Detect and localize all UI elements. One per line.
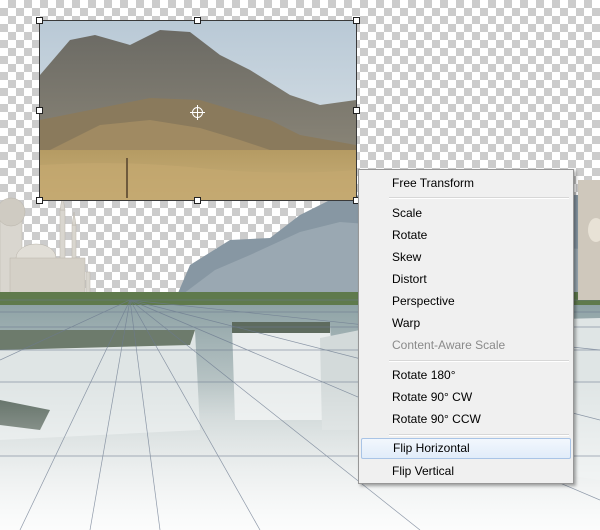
menu-item-distort[interactable]: Distort xyxy=(361,269,571,290)
transform-handle-top-right[interactable] xyxy=(353,17,360,24)
menu-item-free-transform[interactable]: Free Transform xyxy=(361,173,571,194)
right-tower xyxy=(578,180,600,300)
menu-item-rotate-90-ccw[interactable]: Rotate 90° CCW xyxy=(361,409,571,430)
menu-separator xyxy=(389,197,569,199)
menu-item-rotate-180[interactable]: Rotate 180° xyxy=(361,365,571,386)
menu-item-skew[interactable]: Skew xyxy=(361,247,571,268)
transform-handle-right[interactable] xyxy=(353,107,360,114)
transform-handle-bottom[interactable] xyxy=(194,197,201,204)
menu-item-content-aware-scale: Content-Aware Scale xyxy=(392,338,506,352)
mosque-silhouette xyxy=(0,194,91,306)
reference-point-icon[interactable] xyxy=(190,105,205,120)
menu-separator xyxy=(389,434,569,436)
transform-handle-top-left[interactable] xyxy=(36,17,43,24)
menu-separator xyxy=(389,360,569,362)
menu-item-scale[interactable]: Scale xyxy=(361,203,571,224)
transform-handle-top[interactable] xyxy=(194,17,201,24)
transform-context-menu: Free Transform Scale Rotate Skew Distort… xyxy=(358,169,574,484)
transform-handle-bottom-left[interactable] xyxy=(36,197,43,204)
menu-item-flip-vertical[interactable]: Flip Vertical xyxy=(361,461,571,482)
menu-item-flip-horizontal[interactable]: Flip Horizontal xyxy=(361,438,571,459)
menu-item-rotate[interactable]: Rotate xyxy=(361,225,571,246)
menu-item-warp[interactable]: Warp xyxy=(361,313,571,334)
menu-item-perspective[interactable]: Perspective xyxy=(361,291,571,312)
transform-handle-left[interactable] xyxy=(36,107,43,114)
menu-item-rotate-90-cw[interactable]: Rotate 90° CW xyxy=(361,387,571,408)
